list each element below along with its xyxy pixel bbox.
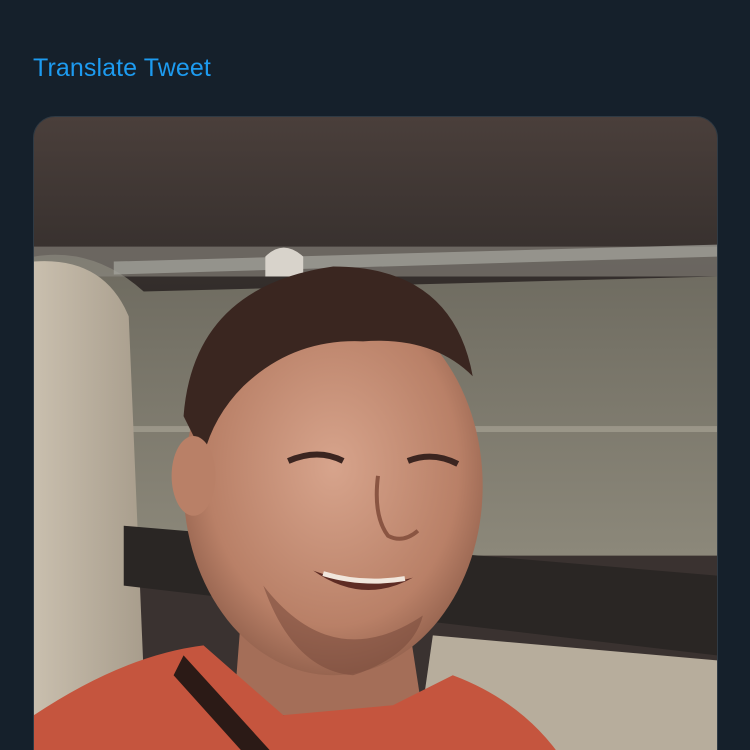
translate-tweet-link[interactable]: Translate Tweet [33, 52, 211, 84]
video-thumbnail [34, 117, 717, 750]
tweet-video[interactable] [33, 116, 718, 750]
tweet-detail: Translate Tweet [0, 0, 750, 750]
